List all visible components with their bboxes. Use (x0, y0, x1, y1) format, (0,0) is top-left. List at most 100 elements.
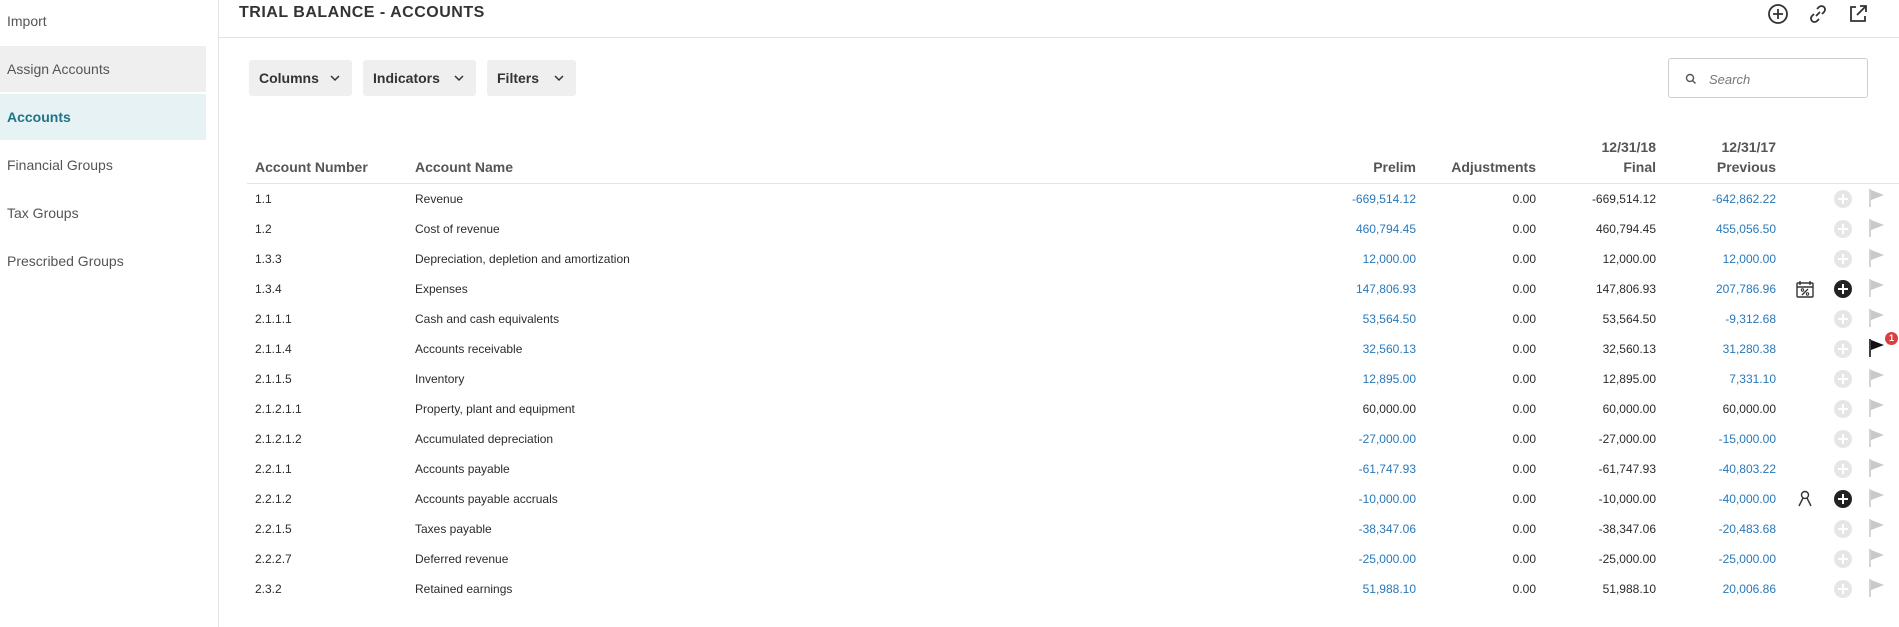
final-value: 60,000.00 (1602, 402, 1656, 416)
prelim-value[interactable]: -27,000.00 (1359, 432, 1416, 446)
add-icon[interactable] (1832, 488, 1854, 510)
previous-value[interactable]: -25,000.00 (1719, 552, 1776, 566)
sidebar-item-label: Accounts (7, 109, 71, 125)
column-header-prelim[interactable]: Prelim (1373, 159, 1416, 175)
add-icon[interactable] (1832, 398, 1854, 420)
search-input[interactable] (1707, 67, 1861, 91)
table-row: 2.1.1.1 Cash and cash equivalents 53,564.5… (247, 304, 1899, 334)
previous-value[interactable]: -642,862.22 (1712, 192, 1776, 206)
previous-value[interactable]: 207,786.96 (1716, 282, 1776, 296)
flag-icon[interactable] (1866, 367, 1888, 389)
flag-icon[interactable] (1866, 397, 1888, 419)
prelim-value[interactable]: -669,514.12 (1352, 192, 1416, 206)
column-header-adjustments[interactable]: Adjustments (1451, 159, 1536, 175)
add-icon[interactable] (1832, 308, 1854, 330)
add-icon[interactable] (1832, 278, 1854, 300)
prelim-value[interactable]: -25,000.00 (1359, 552, 1416, 566)
prelim-value[interactable]: 460,794.45 (1356, 222, 1416, 236)
add-icon[interactable] (1832, 218, 1854, 240)
account-name-cell: Expenses (415, 282, 468, 296)
columns-dropdown-label: Columns (259, 70, 319, 86)
flag-icon[interactable] (1866, 247, 1888, 269)
final-value: -38,347.06 (1598, 522, 1656, 536)
flag-icon[interactable] (1866, 217, 1888, 239)
account-number-cell: 1.3.3 (255, 252, 282, 266)
sidebar-item-prescribed-groups[interactable]: Prescribed Groups (0, 238, 206, 284)
column-header-account-name[interactable]: Account Name (415, 159, 513, 175)
prelim-value[interactable]: -61,747.93 (1359, 462, 1416, 476)
sidebar-item-label: Prescribed Groups (7, 253, 124, 269)
account-name-cell: Inventory (415, 372, 465, 386)
add-icon[interactable] (1832, 578, 1854, 600)
add-circle-icon[interactable] (1766, 2, 1790, 26)
column-header-previous[interactable]: Previous (1717, 159, 1776, 175)
account-number-cell: 2.3.2 (255, 582, 282, 596)
flag-icon[interactable] (1866, 547, 1888, 569)
sidebar-item-financial-groups[interactable]: Financial Groups (0, 142, 206, 188)
adjustments-value: 0.00 (1512, 462, 1536, 476)
flag-icon[interactable] (1866, 277, 1888, 299)
add-icon[interactable] (1832, 518, 1854, 540)
prelim-value[interactable]: -38,347.06 (1359, 522, 1416, 536)
flag-icon[interactable] (1866, 307, 1888, 329)
previous-value: 60,000.00 (1722, 402, 1776, 416)
add-icon[interactable] (1832, 548, 1854, 570)
table-row: 2.2.1.5 Taxes payable -38,347.06 0.00 -38,34… (247, 514, 1899, 544)
flag-icon[interactable] (1866, 517, 1888, 539)
previous-value[interactable]: 12,000.00 (1723, 252, 1776, 266)
account-name-cell: Accounts receivable (415, 342, 523, 356)
prelim-value[interactable]: 147,806.93 (1356, 282, 1416, 296)
add-icon[interactable] (1832, 338, 1854, 360)
indicators-dropdown[interactable]: Indicators (363, 60, 476, 96)
filters-dropdown[interactable]: Filters (487, 60, 576, 96)
account-number-cell: 2.1.1.5 (255, 372, 292, 386)
add-icon[interactable] (1832, 188, 1854, 210)
column-header-final[interactable]: Final (1623, 159, 1656, 175)
flag-icon[interactable] (1866, 427, 1888, 449)
prelim-value[interactable]: 12,895.00 (1363, 372, 1416, 386)
add-icon[interactable] (1832, 428, 1854, 450)
previous-value[interactable]: -40,000.00 (1719, 492, 1776, 506)
account-number-cell: 1.2 (255, 222, 272, 236)
adjustments-value: 0.00 (1512, 552, 1536, 566)
account-number-cell: 2.2.1.1 (255, 462, 292, 476)
flag-icon[interactable] (1866, 577, 1888, 599)
previous-value[interactable]: 455,056.50 (1716, 222, 1776, 236)
prelim-value[interactable]: 32,560.13 (1363, 342, 1416, 356)
account-name-cell: Retained earnings (415, 582, 513, 596)
table-row: 2.2.1.1 Accounts payable -61,747.93 0.00 -61… (247, 454, 1899, 484)
previous-value[interactable]: -40,803.22 (1719, 462, 1776, 476)
columns-dropdown[interactable]: Columns (249, 60, 352, 96)
flag-icon[interactable] (1866, 487, 1888, 509)
chevron-down-icon (554, 75, 564, 82)
percent-calendar-icon[interactable] (1794, 278, 1816, 300)
previous-value[interactable]: 20,006.86 (1723, 582, 1776, 596)
prelim-value[interactable]: 12,000.00 (1363, 252, 1416, 266)
previous-value[interactable]: 31,280.38 (1723, 342, 1776, 356)
flag-icon[interactable] (1866, 457, 1888, 479)
add-icon[interactable] (1832, 248, 1854, 270)
prelim-value[interactable]: 53,564.50 (1363, 312, 1416, 326)
adjustments-value: 0.00 (1512, 252, 1536, 266)
open-external-icon[interactable] (1846, 2, 1870, 26)
sidebar-item-import[interactable]: Import (0, 0, 206, 44)
add-icon[interactable] (1832, 368, 1854, 390)
prelim-value[interactable]: -10,000.00 (1359, 492, 1416, 506)
chevron-down-icon (330, 75, 340, 82)
previous-value[interactable]: -20,483.68 (1719, 522, 1776, 536)
sidebar-item-tax-groups[interactable]: Tax Groups (0, 190, 206, 236)
table-row: 2.2.1.2 Accounts payable accruals -10,000.… (247, 484, 1899, 514)
sidebar-item-assign-accounts[interactable]: Assign Accounts (0, 46, 206, 92)
previous-value[interactable]: -9,312.68 (1725, 312, 1776, 326)
previous-value[interactable]: -15,000.00 (1719, 432, 1776, 446)
adjustments-value: 0.00 (1512, 282, 1536, 296)
ribbon-icon[interactable] (1794, 488, 1816, 510)
sidebar-item-accounts[interactable]: Accounts (0, 94, 206, 140)
previous-value[interactable]: 7,331.10 (1729, 372, 1776, 386)
flag-icon[interactable] (1866, 187, 1888, 209)
prelim-value[interactable]: 51,988.10 (1363, 582, 1416, 596)
add-icon[interactable] (1832, 458, 1854, 480)
column-header-account-number[interactable]: Account Number (255, 159, 368, 175)
link-icon[interactable] (1806, 2, 1830, 26)
table-row: 1.3.3 Depreciation, depletion and amortiz… (247, 244, 1899, 274)
